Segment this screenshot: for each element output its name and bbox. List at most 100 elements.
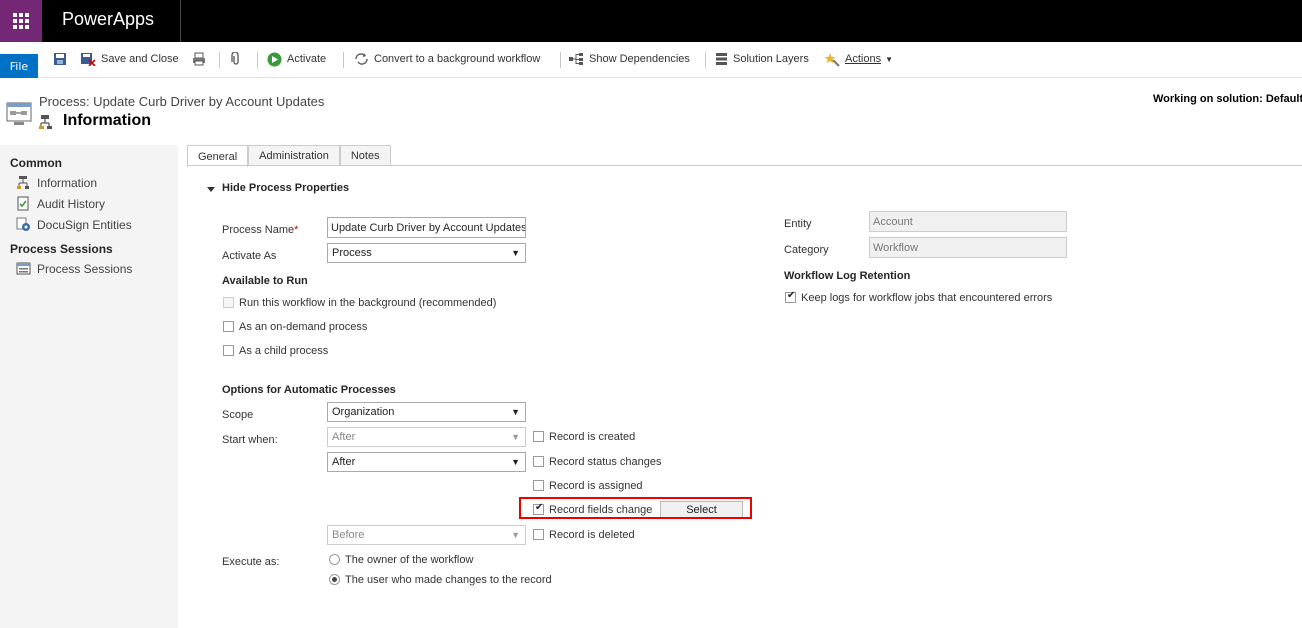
process-icon [17,176,29,189]
divider [187,165,1302,166]
save-and-close-button[interactable]: Save and Close [80,49,179,69]
entity-field: Account [869,211,1067,232]
record-fields-change-checkbox[interactable] [533,502,544,515]
execute-owner-radio[interactable] [329,554,340,565]
record-status-label: Record status changes [549,456,662,468]
keep-logs-checkbox[interactable] [785,290,796,303]
scope-select[interactable]: Organization ▼ [327,402,526,422]
audit-history-icon [17,196,29,211]
left-navigation: Common Information Audit History DocuSig… [0,145,178,628]
layers-icon [716,53,727,65]
divider [560,52,561,68]
created-timing-value: After [332,431,356,443]
nav-item-process-sessions[interactable]: Process Sessions [16,261,132,276]
deleted-timing-select[interactable]: Before ▼ [327,525,526,545]
save-close-icon [81,53,96,66]
nav-item-label: Process Sessions [37,261,133,276]
execute-owner-label: The owner of the workflow [345,554,474,566]
created-timing-select[interactable]: After ▼ [327,427,526,447]
activate-as-label: Activate As [222,250,277,262]
save-and-close-label: Save and Close [101,53,179,65]
page-title: Information [63,112,151,129]
process-sessions-icon [16,262,31,275]
keep-logs-label: Keep logs for workflow jobs that encount… [801,292,1053,304]
record-fields-change-label: Record fields change [549,504,653,516]
nav-item-audit-history[interactable]: Audit History [16,196,105,211]
dropdown-arrow-icon: ▼ [511,407,520,417]
record-assigned-label: Record is assigned [549,480,643,492]
attach-button[interactable] [230,49,247,69]
actions-label: Actions [845,53,882,65]
nav-item-label: DocuSign Entities [37,217,132,232]
divider [343,52,344,68]
process-entity-icon [6,102,32,129]
category-field: Workflow [869,237,1067,258]
automatic-options-heading: Options for Automatic Processes [222,384,396,396]
record-assigned-checkbox[interactable] [533,480,544,491]
collapse-triangle-icon[interactable] [207,187,215,192]
record-deleted-label: Record is deleted [549,529,635,541]
nav-item-label: Audit History [37,196,106,211]
activate-as-select[interactable]: Process ▼ [327,243,526,263]
file-button[interactable]: File [0,54,38,78]
show-dependencies-label: Show Dependencies [589,53,690,65]
entity-label: Entity [784,218,812,230]
actions-menu-button[interactable]: Actions ▼ [824,49,893,69]
solution-layers-button[interactable]: Solution Layers [715,49,809,69]
dropdown-arrow-icon: ▼ [511,530,520,540]
nav-item-label: Information [37,175,98,190]
scope-value: Organization [332,406,395,418]
required-mark: * [294,224,299,236]
chevron-down-icon: ▼ [885,54,893,64]
log-retention-heading: Workflow Log Retention [784,270,911,282]
child-process-checkbox[interactable] [223,345,234,356]
start-when-label: Start when: [222,434,278,446]
run-background-checkbox[interactable] [223,297,234,308]
on-demand-label: As an on-demand process [239,321,368,333]
nav-item-docusign-entities[interactable]: DocuSign Entities [16,217,132,232]
divider [180,0,181,42]
form-tabs: General Administration Notes [187,145,391,167]
activate-button[interactable]: Activate [267,49,326,69]
process-name-label: Process Name* [222,224,298,236]
category-label: Category [784,244,829,256]
save-button[interactable] [53,49,72,69]
on-demand-checkbox[interactable] [223,321,234,332]
activate-icon [267,52,282,66]
record-status-checkbox[interactable] [533,456,544,467]
record-subtitle: Process: Update Curb Driver by Account U… [39,94,325,109]
deleted-timing-value: Before [332,529,365,541]
convert-background-button[interactable]: Convert to a background workflow [354,49,540,69]
record-deleted-checkbox[interactable] [533,529,544,540]
divider [705,52,706,68]
app-launcher-button[interactable] [0,0,42,42]
app-title[interactable]: PowerApps [62,9,154,30]
select-fields-button[interactable]: Select [660,501,743,518]
solution-layers-label: Solution Layers [733,53,809,65]
docusign-icon [16,217,30,231]
actions-icon [824,52,840,67]
nav-item-information[interactable]: Information [16,175,97,190]
record-created-checkbox[interactable] [533,431,544,442]
command-bar: File Save and Close Activate Convert to … [0,42,1302,78]
execute-user-radio[interactable] [329,574,340,585]
top-bar: PowerApps [0,0,1302,42]
show-dependencies-button[interactable]: Show Dependencies [568,49,690,69]
activate-as-value: Process [332,247,372,259]
hide-process-properties-toggle[interactable]: Hide Process Properties [222,182,349,194]
dropdown-arrow-icon: ▼ [511,248,520,258]
nav-group-common: Common [10,156,62,170]
tab-general[interactable]: General [187,145,249,167]
tab-administration[interactable]: Administration [248,145,340,166]
divider [257,52,258,68]
scope-label: Scope [222,409,254,421]
divider [219,52,220,68]
print-button[interactable] [192,49,211,69]
solution-indicator: Working on solution: Default [1153,93,1302,105]
available-to-run-heading: Available to Run [222,275,308,287]
record-created-label: Record is created [549,431,636,443]
waffle-icon [13,13,29,29]
process-name-input[interactable]: Update Curb Driver by Account Updates [327,217,526,238]
tab-notes[interactable]: Notes [339,145,391,166]
status-timing-select[interactable]: After ▼ [327,452,526,472]
